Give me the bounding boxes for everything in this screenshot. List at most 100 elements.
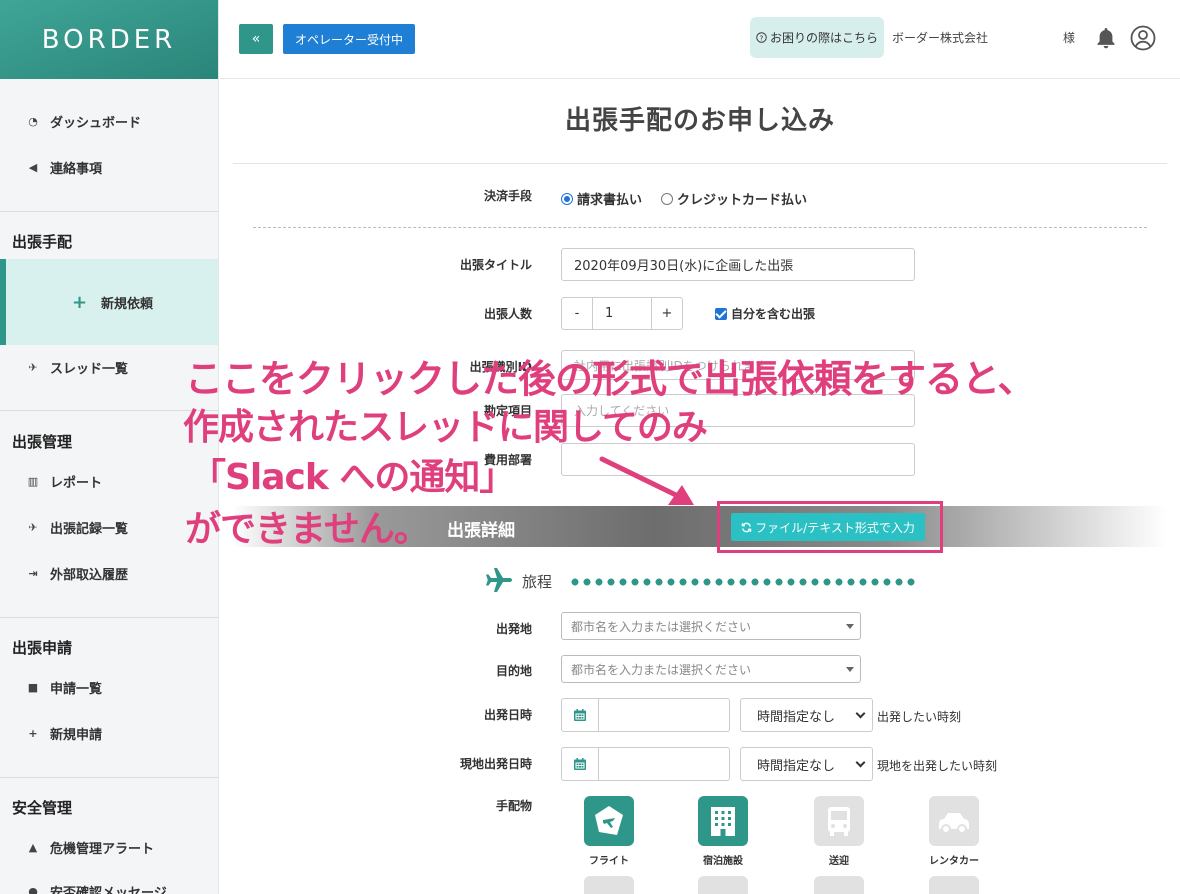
message-icon: ●: [28, 884, 38, 894]
sidebar-item-label: レポート: [50, 475, 103, 491]
select-value: 時間指定なし: [757, 758, 836, 774]
sidebar-item-notices[interactable]: ◀ 連絡事項: [0, 156, 218, 178]
calendar-icon: [574, 758, 586, 770]
placeholder-text: 都市名を入力または選択ください: [571, 619, 752, 634]
sidebar-item-new-application[interactable]: + 新規申請: [0, 722, 218, 744]
trip-title-label: 出張タイトル: [459, 258, 532, 272]
sidebar-item-report[interactable]: ▥ レポート: [0, 470, 218, 492]
itinerary-dotted-line: [569, 577, 917, 587]
payment-label: 決済手段: [483, 189, 532, 203]
sidebar-item-label: 危機管理アラート: [50, 841, 155, 857]
radio-invoice[interactable]: 請求書払い: [561, 189, 642, 208]
airplane-icon: [486, 568, 512, 592]
departure-date-group: [561, 698, 730, 732]
departure-place-label: 出発地: [495, 622, 532, 636]
local-departure-date-input[interactable]: [599, 747, 730, 781]
sidebar-item-dashboard[interactable]: ◔ ダッシュボード: [0, 110, 218, 132]
megaphone-icon: ◀: [28, 160, 38, 174]
svg-text:?: ?: [760, 33, 764, 42]
arrangement-hotel[interactable]: [698, 796, 748, 846]
sidebar-section-heading: 出張申請: [12, 639, 73, 657]
headcount-label: 出張人数: [483, 307, 532, 321]
departure-place-select[interactable]: 都市名を入力または選択ください: [561, 612, 861, 640]
arrangement-label: 送迎: [829, 856, 849, 867]
decrement-button[interactable]: -: [562, 298, 592, 329]
radio-label: 請求書払い: [577, 193, 643, 208]
sidebar-divider: [0, 777, 218, 778]
radio-button[interactable]: [661, 192, 673, 205]
sidebar-item-crisis-alert[interactable]: ▲ 危機管理アラート: [0, 836, 218, 858]
arrangement-more[interactable]: [814, 876, 864, 894]
sidebar-divider: [0, 211, 218, 212]
checkbox-label: 自分を含む出張: [731, 307, 816, 321]
annotation-line: ここをクリックした後の形式で出張依頼をすると、: [185, 357, 1035, 401]
brand-logo[interactable]: BORDER: [0, 0, 218, 79]
highlight-box: [717, 501, 943, 553]
headcount-stepper: - 1 +: [561, 297, 683, 330]
sidebar-item-applications[interactable]: ■ 申請一覧: [0, 676, 218, 698]
calendar-icon: [574, 709, 586, 721]
arrangement-rental-car[interactable]: [929, 796, 979, 846]
annotation-arrow: [599, 456, 694, 505]
local-departure-date-group: [561, 747, 730, 781]
arrangement-more[interactable]: [698, 876, 748, 894]
page-title: 出張手配のお申し込み: [564, 106, 835, 136]
section-divider: [253, 227, 1147, 228]
arrangement-flight[interactable]: [584, 796, 634, 846]
top-header: « オペレーター受付中 ? お困りの際はこちら ボーダー株式会社 様: [220, 0, 1180, 79]
help-label: お困りの際はこちら: [769, 31, 878, 45]
sidebar-section-heading: 出張管理: [12, 433, 73, 451]
local-departure-time-select[interactable]: 時間指定なし: [740, 747, 873, 781]
include-self-checkbox[interactable]: 自分を含む出張: [715, 305, 815, 322]
sidebar-item-safety-message[interactable]: ● 安否確認メッセージ: [0, 880, 218, 894]
chevron-down-icon: [855, 757, 866, 768]
sidebar-divider: [0, 617, 218, 618]
departure-time-select[interactable]: 時間指定なし: [740, 698, 873, 732]
calendar-button[interactable]: [561, 747, 599, 781]
sidebar-item-label: 申請一覧: [50, 681, 103, 697]
car-icon: [939, 813, 969, 834]
annotation-line: ができません。: [185, 509, 430, 550]
arrangement-transfer[interactable]: [814, 796, 864, 846]
checkbox-checked[interactable]: [715, 307, 727, 320]
collapse-sidebar-button[interactable]: «: [239, 24, 273, 54]
arrangement-label: フライト: [589, 856, 629, 867]
trip-detail-title: 出張詳細: [447, 521, 515, 541]
headcount-input[interactable]: 1: [592, 298, 652, 329]
arrangement-more[interactable]: [929, 876, 979, 894]
increment-button[interactable]: +: [652, 298, 682, 329]
question-circle-icon: ?: [756, 32, 767, 43]
hotel-icon: [711, 807, 735, 836]
briefcase-icon: ■: [27, 680, 39, 694]
dashboard-icon: ◔: [28, 114, 38, 128]
sidebar-item-label: 外部取込履歴: [50, 567, 129, 583]
radio-button-selected[interactable]: [561, 192, 573, 205]
company-name: ボーダー株式会社: [892, 31, 989, 45]
arrangements-label: 手配物: [495, 799, 532, 813]
sidebar-item-import-history[interactable]: ⇥ 外部取込履歴: [0, 562, 218, 584]
warning-icon: ▲: [28, 840, 38, 854]
plus-icon: +: [71, 291, 88, 313]
help-button[interactable]: ? お困りの際はこちら: [750, 17, 884, 58]
sidebar-item-new-request[interactable]: + 新規依頼: [0, 259, 218, 345]
arrangement-label: レンタカー: [929, 856, 979, 867]
bell-icon[interactable]: [1094, 26, 1118, 50]
sidebar-item-label: スレッド一覧: [50, 361, 129, 377]
placeholder-text: 都市名を入力または選択ください: [571, 662, 752, 677]
arrangement-more[interactable]: [584, 876, 634, 894]
user-avatar-icon[interactable]: [1130, 25, 1156, 51]
sign-in-icon: ⇥: [28, 566, 38, 580]
departure-time-note: 出発したい時刻: [877, 710, 962, 724]
radio-credit-card[interactable]: クレジットカード払い: [661, 189, 807, 208]
plus-icon: +: [28, 726, 38, 740]
bus-icon: [828, 807, 850, 836]
annotation-line: 作成されたスレッドに関してのみ: [183, 407, 708, 448]
calendar-button[interactable]: [561, 698, 599, 732]
operator-status-button[interactable]: オペレーター受付中: [283, 24, 416, 54]
local-departure-datetime-label: 現地出発日時: [459, 757, 532, 771]
destination-select[interactable]: 都市名を入力または選択ください: [561, 655, 861, 683]
arrangement-label: 宿泊施設: [703, 856, 743, 867]
departure-date-input[interactable]: [599, 698, 730, 732]
trip-title-input[interactable]: 2020年09月30日(水)に企画した出張: [561, 248, 915, 281]
sidebar-item-label: 連絡事項: [50, 161, 103, 177]
